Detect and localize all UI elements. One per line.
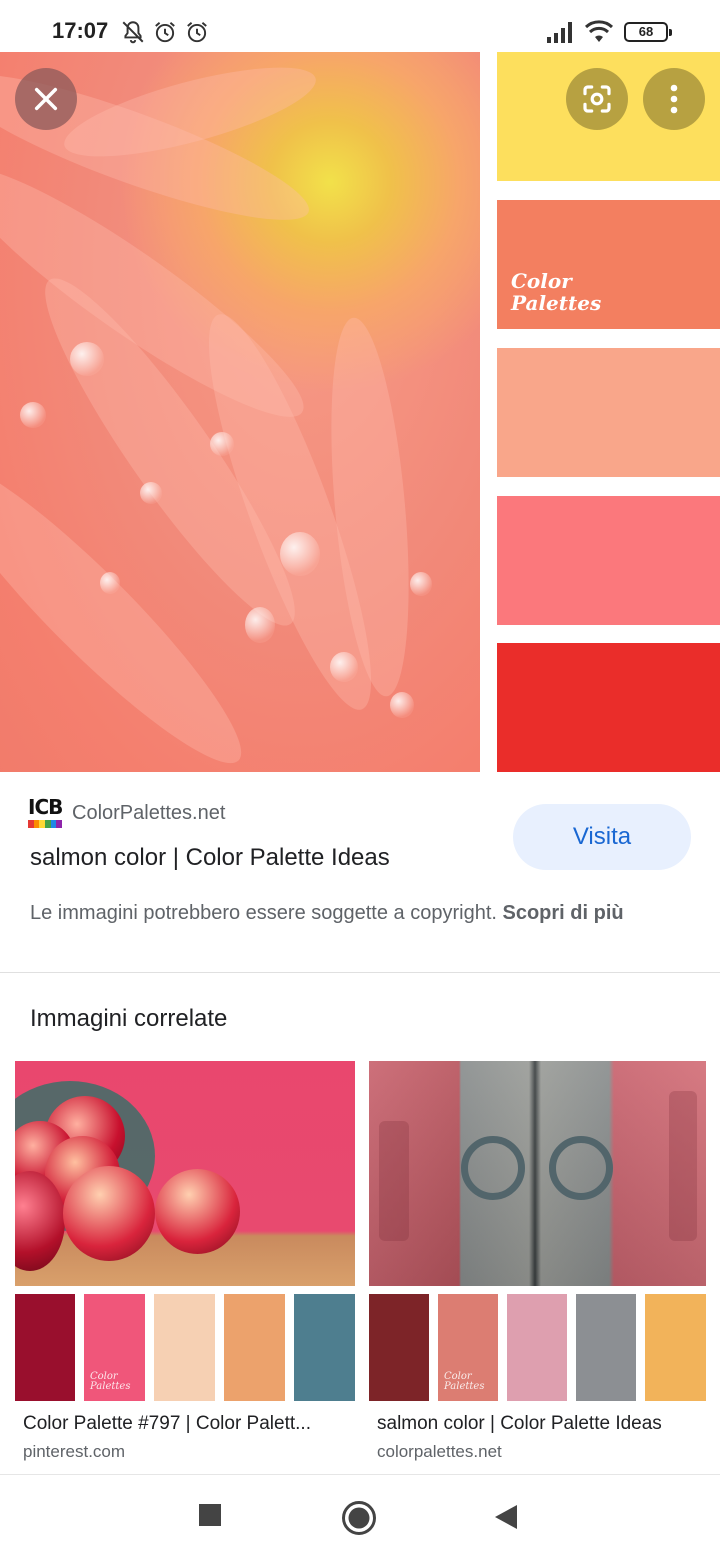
home-circle-icon xyxy=(342,1501,376,1535)
palette-swatch: Color Palettes xyxy=(438,1294,498,1401)
navigation-bar xyxy=(0,1474,720,1560)
related-heading: Immagini correlate xyxy=(30,1005,228,1032)
signal-icon xyxy=(547,22,572,43)
back-button[interactable] xyxy=(494,1504,518,1530)
home-button[interactable] xyxy=(341,1500,377,1536)
close-button[interactable] xyxy=(15,68,77,130)
palette-swatch xyxy=(15,1294,75,1401)
recents-button[interactable] xyxy=(198,1503,222,1527)
related-source: pinterest.com xyxy=(23,1442,126,1461)
palette-swatch xyxy=(576,1294,636,1401)
status-time: 17:07 xyxy=(52,18,109,43)
site-logo: ICB xyxy=(28,796,63,830)
alarm-icon xyxy=(187,22,207,43)
image-viewer[interactable]: Color Palettes xyxy=(0,52,720,772)
palette-swatch xyxy=(497,496,720,625)
site-name: ColorPalettes.net xyxy=(72,801,226,824)
recents-square-icon xyxy=(199,1504,221,1526)
palette-swatch: Color Palettes xyxy=(84,1294,145,1401)
lens-icon xyxy=(583,85,611,113)
palette-swatch xyxy=(645,1294,706,1401)
door-photo xyxy=(369,1061,706,1286)
palette-watermark: Color Palettes xyxy=(444,1371,485,1392)
flower-photo xyxy=(0,52,480,772)
palette-watermark: Color Palettes xyxy=(511,269,602,315)
related-title[interactable]: Color Palette #797 | Color Palett... xyxy=(23,1413,353,1435)
related-image[interactable]: Color Palettes xyxy=(369,1061,706,1401)
palette-swatch: Color Palettes xyxy=(497,200,720,329)
related-title[interactable]: salmon color | Color Palette Ideas xyxy=(377,1413,707,1435)
status-bar: 17:07 68 xyxy=(0,0,720,52)
more-options-button[interactable] xyxy=(643,68,705,130)
close-icon xyxy=(34,87,58,111)
result-title[interactable]: salmon color | Color Palette Ideas xyxy=(30,844,390,872)
wifi-icon xyxy=(584,20,614,42)
palette-swatches: Color Palettes xyxy=(497,52,720,772)
palette-swatch xyxy=(224,1294,285,1401)
back-triangle-icon xyxy=(495,1505,517,1529)
alarm-icon xyxy=(155,22,175,43)
apples-photo xyxy=(15,1061,355,1286)
lens-button[interactable] xyxy=(566,68,628,130)
related-image[interactable]: Color Palettes xyxy=(15,1061,355,1401)
result-info: ICB ColorPalettes.net salmon color | Col… xyxy=(0,772,720,972)
divider xyxy=(0,972,720,973)
palette-swatch xyxy=(507,1294,567,1401)
site-row[interactable]: ICB ColorPalettes.net xyxy=(28,796,225,830)
palette-swatch xyxy=(497,643,720,772)
learn-more-link[interactable]: Scopri di più xyxy=(503,902,624,924)
palette-swatch xyxy=(497,348,720,477)
related-source: colorpalettes.net xyxy=(377,1442,502,1461)
palette-watermark: Color Palettes xyxy=(90,1371,131,1392)
copyright-notice: Le immagini potrebbero essere soggette a… xyxy=(30,902,624,924)
more-vertical-icon xyxy=(670,84,678,114)
palette-swatch xyxy=(154,1294,215,1401)
notifications-off-icon xyxy=(122,21,144,44)
palette-swatch xyxy=(294,1294,355,1401)
palette-swatch xyxy=(369,1294,429,1401)
visit-button[interactable]: Visita xyxy=(513,804,691,870)
battery-icon: 68 xyxy=(624,22,672,42)
